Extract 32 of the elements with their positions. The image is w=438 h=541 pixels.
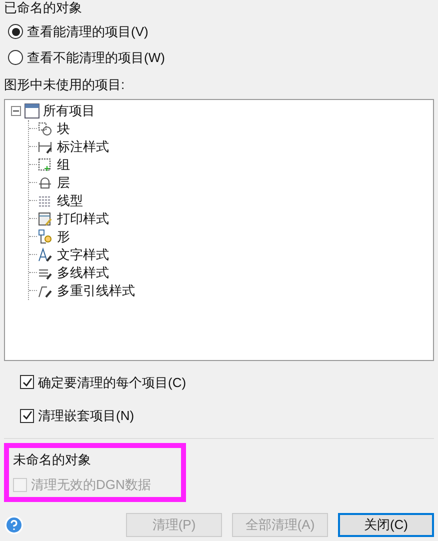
block-icon [37,120,53,136]
checkbox[interactable] [20,375,34,390]
collapse-toggle[interactable] [11,106,21,116]
tree-item[interactable]: 块 [57,118,70,138]
tree-item[interactable]: 多线样式 [57,262,109,282]
checkbox-option[interactable]: 清理嵌套项目(N) [20,406,134,426]
group-icon [37,156,53,172]
tree-item[interactable]: 线型 [57,190,83,210]
radio-button[interactable] [8,24,23,40]
tree-item[interactable]: 多重引线样式 [57,280,135,300]
help-icon[interactable] [4,515,24,535]
group-title: 未命名的对象 [13,450,91,468]
tree-item[interactable]: 形 [57,226,70,246]
group-title: 已命名的对象 [4,0,82,16]
shape-icon [37,228,53,244]
tree-item[interactable]: 标注样式 [57,136,109,156]
radio-option[interactable]: 查看能清理的项目(V) [8,22,148,42]
radio-button[interactable] [8,50,23,65]
drawing-file-icon [23,102,41,118]
checkbox-option[interactable]: 确定要清理的每个项目(C) [20,372,186,392]
tree-item[interactable]: 组 [57,154,70,174]
tree-item[interactable]: 层 [57,172,70,192]
plotstyle-icon [37,210,53,226]
layer-icon [37,174,53,190]
tree-label: 图形中未使用的项目: [4,76,125,94]
dialog-button[interactable]: 关闭(C) [338,513,434,537]
tree-item[interactable]: 文字样式 [57,244,109,264]
checkbox[interactable] [20,408,34,423]
radio-option[interactable]: 查看不能清理的项目(W) [8,48,165,67]
tree-item[interactable]: 打印样式 [57,208,109,228]
textstyle-icon [37,246,53,262]
tree-item[interactable]: 所有项目 [43,100,95,120]
